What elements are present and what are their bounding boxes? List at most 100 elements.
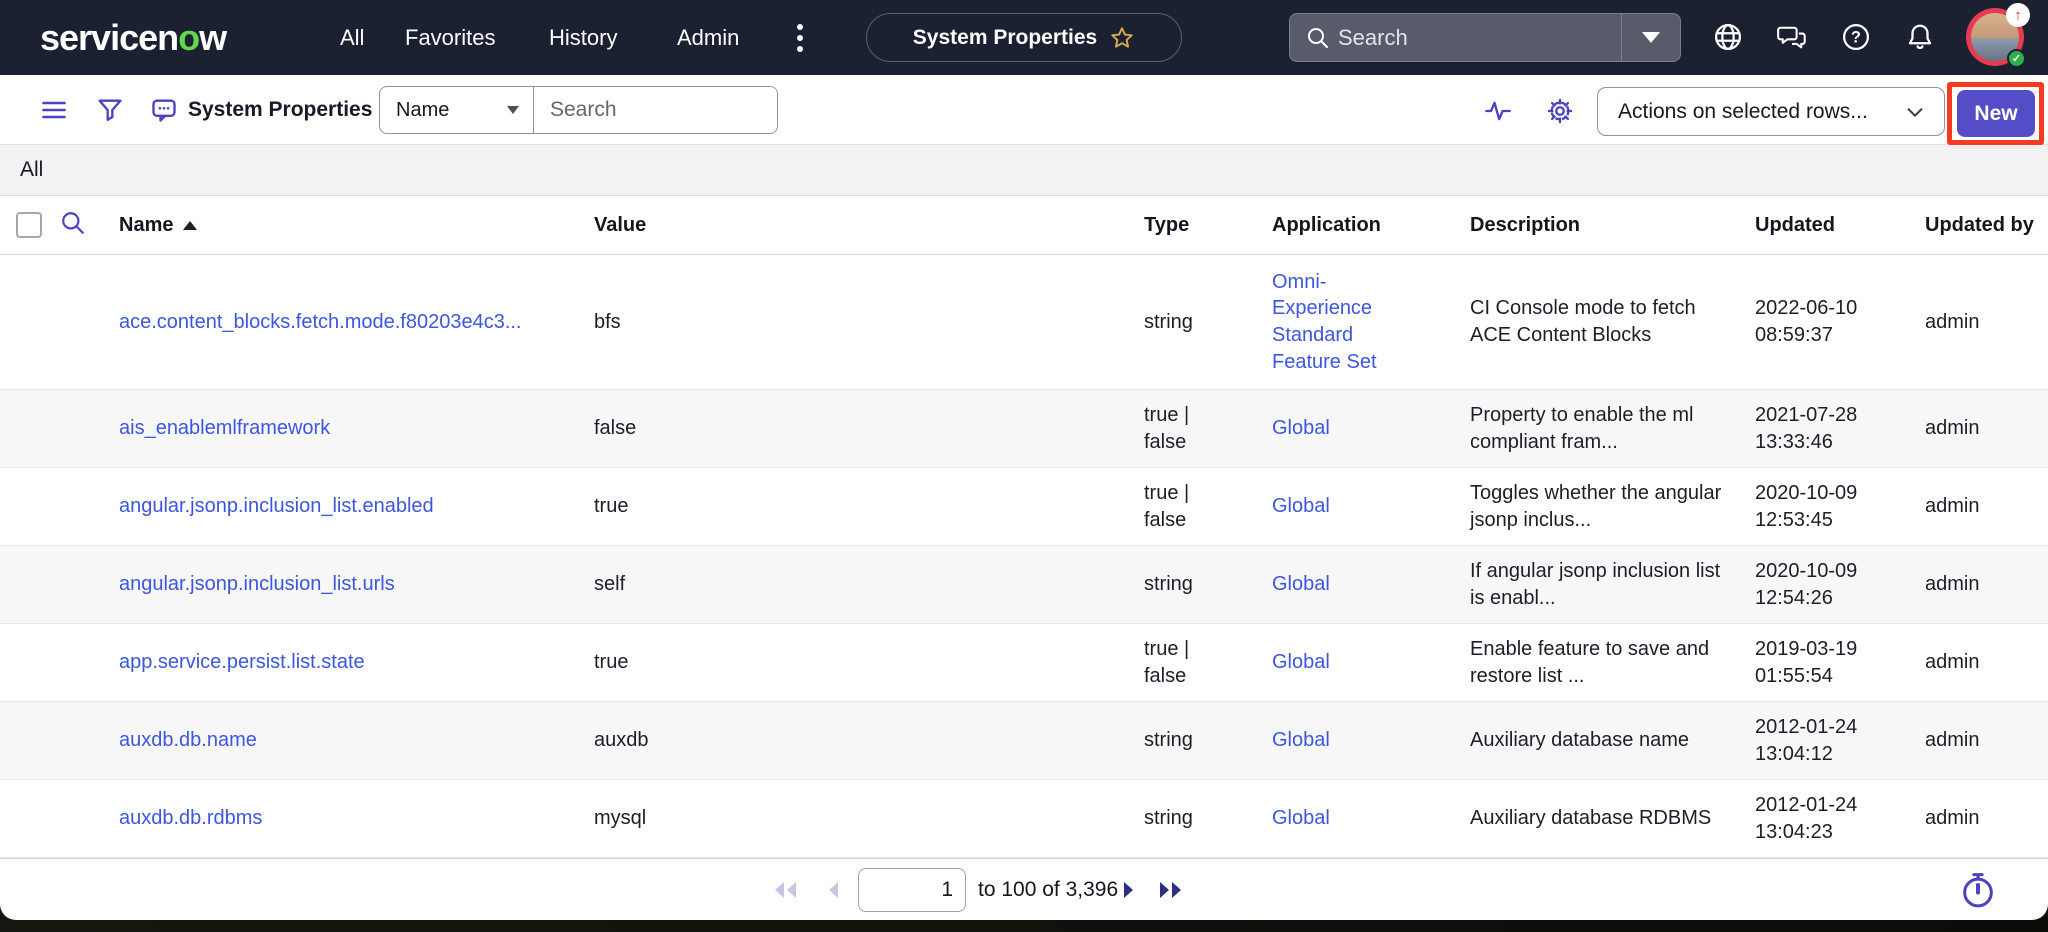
cell-description: Property to enable the ml compliant fram… bbox=[1451, 394, 1736, 463]
list-search-input[interactable] bbox=[534, 87, 777, 133]
breadcrumb-label: All bbox=[20, 158, 43, 182]
first-page-icon bbox=[770, 878, 800, 902]
select-all-checkbox[interactable] bbox=[16, 212, 42, 238]
cell-updated-by: admin bbox=[1906, 563, 2048, 606]
cell-updated-by: admin bbox=[1906, 797, 2048, 840]
cell-updated: 2019-03-19 01:55:54 bbox=[1736, 628, 1906, 697]
column-header-updated[interactable]: Updated bbox=[1736, 214, 1906, 237]
nav-item-admin[interactable]: Admin bbox=[677, 0, 739, 75]
table-row: app.service.persist.list.state true true… bbox=[0, 624, 2048, 702]
more-menu-icon[interactable] bbox=[786, 24, 814, 52]
timer-icon[interactable] bbox=[1958, 870, 1998, 910]
cell-application: Global bbox=[1253, 797, 1451, 840]
cell-type: true | false bbox=[1125, 628, 1253, 697]
search-field-select[interactable]: Name bbox=[380, 87, 534, 133]
activity-icon[interactable] bbox=[1484, 97, 1512, 125]
cell-type: string bbox=[1125, 301, 1253, 344]
filter-breadcrumb[interactable]: All bbox=[0, 145, 2048, 196]
cell-name: angular.jsonp.inclusion_list.urls bbox=[100, 563, 575, 606]
property-link[interactable]: auxdb.db.name bbox=[119, 729, 257, 751]
column-header-type[interactable]: Type bbox=[1125, 214, 1253, 237]
actions-select[interactable]: Actions on selected rows... bbox=[1597, 87, 1945, 136]
cell-name: angular.jsonp.inclusion_list.enabled bbox=[100, 485, 575, 528]
next-page-button[interactable] bbox=[1112, 876, 1146, 904]
chevron-down-icon bbox=[507, 106, 519, 114]
nav-item-history[interactable]: History bbox=[549, 0, 617, 75]
table-row: auxdb.db.rdbms mysql string Global Auxil… bbox=[0, 780, 2048, 858]
menu-icon[interactable] bbox=[40, 96, 68, 124]
cell-type: true | false bbox=[1125, 394, 1253, 463]
cell-updated: 2020-10-09 12:54:26 bbox=[1736, 550, 1906, 619]
cell-type: true | false bbox=[1125, 472, 1253, 541]
property-link[interactable]: angular.jsonp.inclusion_list.enabled bbox=[119, 495, 434, 517]
cell-value: mysql bbox=[575, 797, 1125, 840]
application-link[interactable]: Omni-Experience Standard Feature Set bbox=[1272, 269, 1406, 375]
property-link[interactable]: app.service.persist.list.state bbox=[119, 651, 365, 673]
cell-name: ais_enablemlframework bbox=[100, 407, 575, 450]
cell-application: Global bbox=[1253, 407, 1451, 450]
cell-value: bfs bbox=[575, 301, 1125, 344]
table-row: ais_enablemlframework false true | false… bbox=[0, 390, 2048, 468]
property-link[interactable]: angular.jsonp.inclusion_list.urls bbox=[119, 573, 395, 595]
logo-o-green: o bbox=[178, 17, 199, 59]
page-title: System Properties bbox=[188, 75, 372, 145]
impersonation-badge-icon: ↑ bbox=[2006, 3, 2030, 27]
cell-updated: 2022-06-10 08:59:37 bbox=[1736, 287, 1906, 356]
application-link[interactable]: Global bbox=[1272, 727, 1330, 754]
column-header-name[interactable]: Name bbox=[100, 214, 575, 237]
servicenow-logo[interactable]: servicenow bbox=[40, 0, 226, 75]
application-link[interactable]: Global bbox=[1272, 415, 1330, 442]
cell-name: ace.content_blocks.fetch.mode.f80203e4c3… bbox=[100, 301, 575, 344]
logo-text: servicen bbox=[40, 17, 178, 59]
column-header-application[interactable]: Application bbox=[1253, 214, 1451, 237]
nav-item-favorites[interactable]: Favorites bbox=[405, 0, 495, 75]
next-page-icon bbox=[1121, 878, 1137, 902]
cell-application: Global bbox=[1253, 563, 1451, 606]
column-header-updated-by[interactable]: Updated by bbox=[1906, 214, 2048, 237]
column-header-description[interactable]: Description bbox=[1451, 214, 1736, 237]
table-row: angular.jsonp.inclusion_list.urls self s… bbox=[0, 546, 2048, 624]
previous-page-button[interactable] bbox=[816, 876, 850, 904]
column-search-icon[interactable] bbox=[60, 210, 86, 236]
globe-icon[interactable] bbox=[1713, 22, 1743, 52]
first-page-button[interactable] bbox=[768, 876, 802, 904]
gear-icon[interactable] bbox=[1546, 97, 1574, 125]
favorite-star-icon[interactable] bbox=[1109, 25, 1135, 51]
help-icon[interactable]: ? bbox=[1841, 22, 1871, 52]
cell-application: Omni-Experience Standard Feature Set bbox=[1253, 261, 1451, 383]
notifications-icon[interactable] bbox=[1905, 22, 1935, 52]
application-link[interactable]: Global bbox=[1272, 571, 1330, 598]
comment-icon[interactable] bbox=[150, 96, 178, 124]
header-checkbox-cell bbox=[0, 212, 44, 238]
cell-updated: 2020-10-09 12:53:45 bbox=[1736, 472, 1906, 541]
application-link[interactable]: Global bbox=[1272, 649, 1330, 676]
search-field-value: Name bbox=[396, 99, 449, 122]
property-link[interactable]: ace.content_blocks.fetch.mode.f80203e4c3… bbox=[119, 311, 522, 333]
chevron-down-icon bbox=[1904, 101, 1926, 123]
page-number-input[interactable] bbox=[858, 868, 966, 912]
list-search-combo: Name bbox=[379, 86, 778, 134]
list-toolbar: System Properties Name Actions on select… bbox=[0, 75, 2048, 145]
application-link[interactable]: Global bbox=[1272, 493, 1330, 520]
column-header-value[interactable]: Value bbox=[575, 214, 1125, 237]
application-link[interactable]: Global bbox=[1272, 805, 1330, 832]
new-button[interactable]: New bbox=[1957, 90, 2035, 137]
property-link[interactable]: ais_enablemlframework bbox=[119, 417, 330, 439]
actions-select-value: Actions on selected rows... bbox=[1618, 100, 1868, 124]
user-avatar[interactable]: ↑ ✓ bbox=[1966, 8, 2024, 66]
current-page-pill[interactable]: System Properties bbox=[866, 13, 1182, 62]
header-search-cell bbox=[44, 210, 100, 241]
global-search bbox=[1289, 13, 1681, 62]
filter-icon[interactable] bbox=[96, 96, 124, 124]
nav-item-all[interactable]: All bbox=[340, 0, 364, 75]
chat-icon[interactable] bbox=[1777, 22, 1807, 52]
cell-type: string bbox=[1125, 563, 1253, 606]
cell-updated-by: admin bbox=[1906, 719, 2048, 762]
property-link[interactable]: auxdb.db.rdbms bbox=[119, 807, 262, 829]
cell-updated-by: admin bbox=[1906, 407, 2048, 450]
cell-updated-by: admin bbox=[1906, 485, 2048, 528]
search-scope-dropdown[interactable] bbox=[1622, 14, 1680, 61]
last-page-icon bbox=[1156, 878, 1186, 902]
last-page-button[interactable] bbox=[1154, 876, 1188, 904]
global-search-input[interactable] bbox=[1330, 25, 1621, 51]
